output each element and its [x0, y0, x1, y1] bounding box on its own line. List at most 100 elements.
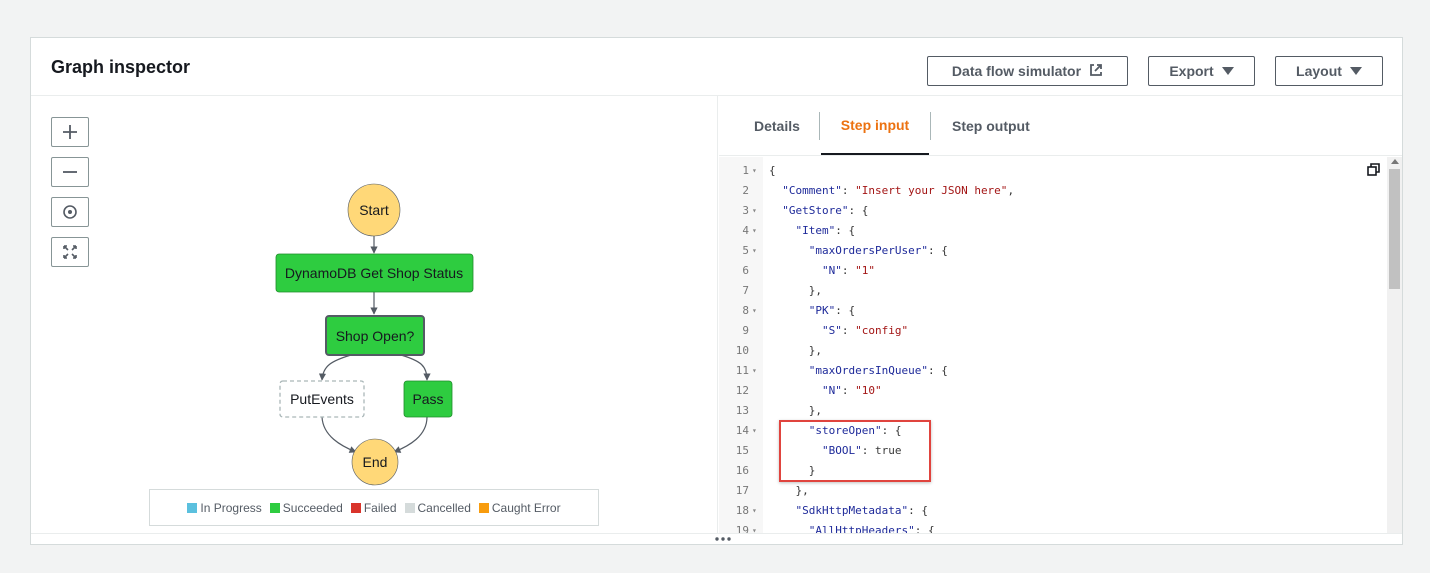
- editor-line: 5 ▾ "maxOrdersPerUser": {: [719, 241, 1379, 261]
- legend-label: Cancelled: [417, 500, 471, 515]
- tab-details[interactable]: Details: [754, 96, 800, 155]
- editor-line: 12 "N": "10": [719, 381, 1379, 401]
- drag-handle-icon: [715, 537, 731, 541]
- code-text: },: [808, 284, 822, 297]
- panel-header: Graph inspector Data flow simulator Expo…: [31, 38, 1402, 96]
- get-shop-status-node[interactable]: DynamoDB Get Shop Status: [275, 253, 474, 293]
- tab-step-output[interactable]: Step output: [952, 96, 1030, 155]
- get-shop-status-label: DynamoDB Get Shop Status: [285, 265, 463, 281]
- fold-toggle-icon[interactable]: ▾: [752, 361, 757, 381]
- horizontal-resize-bar[interactable]: [31, 533, 1402, 545]
- export-button[interactable]: Export: [1148, 56, 1255, 86]
- fold-toggle-icon[interactable]: ▾: [752, 221, 757, 241]
- legend-label: Failed: [363, 500, 397, 515]
- data-flow-simulator-button[interactable]: Data flow simulator: [927, 56, 1128, 86]
- editor-line: 1 ▾ {: [719, 161, 1379, 181]
- fold-toggle-icon[interactable]: ▾: [752, 241, 757, 261]
- editor-line: 8 ▾ "PK": {: [719, 301, 1379, 321]
- editor-line: 19 ▾ "AllHttpHeaders": {: [719, 521, 1379, 533]
- code-text: },: [795, 484, 809, 497]
- legend-label: Caught Error: [491, 500, 561, 515]
- fold-toggle-icon[interactable]: ▾: [752, 201, 757, 221]
- line-number: 6: [742, 264, 749, 277]
- line-number: 1: [742, 164, 749, 177]
- edge-choice-pass: [400, 354, 431, 381]
- line-number: 18: [735, 504, 749, 517]
- editor-scrollbar[interactable]: [1387, 157, 1402, 533]
- fold-toggle-icon[interactable]: ▾: [752, 421, 757, 441]
- end-node-label: End: [363, 454, 388, 470]
- line-number: 5: [742, 244, 749, 257]
- tab-separator: [819, 112, 820, 140]
- store-open-highlight-box: [779, 420, 931, 482]
- line-number: 19: [735, 524, 749, 533]
- code-text: "SdkHttpMetadata": {: [795, 504, 928, 517]
- code-text: "N": "1": [821, 264, 875, 277]
- export-label: Export: [1169, 63, 1214, 79]
- code-text: "Comment": "Insert your JSON here",: [782, 184, 1015, 197]
- line-number: 13: [735, 404, 749, 417]
- line-number: 8: [742, 304, 749, 317]
- legend-caught-error: Caught Error: [478, 500, 561, 515]
- tab-separator: [930, 112, 931, 140]
- edge-pass-end: [393, 416, 428, 453]
- caret-down-icon: [1221, 67, 1234, 75]
- legend-swatch: [187, 502, 198, 513]
- edge-choice-putevents: [318, 354, 352, 381]
- line-number: 2: [742, 184, 749, 197]
- code-text: },: [808, 344, 822, 357]
- start-node-label: Start: [359, 202, 389, 218]
- start-node[interactable]: Start: [347, 183, 401, 237]
- editor-line: 2 "Comment": "Insert your JSON here",: [719, 181, 1379, 201]
- status-legend: In Progress Succeeded Failed Cancelled C…: [149, 489, 599, 526]
- external-link-icon: [1089, 63, 1103, 80]
- copy-icon[interactable]: [1367, 163, 1381, 180]
- legend-cancelled: Cancelled: [404, 500, 471, 515]
- editor-line: 13 },: [719, 401, 1379, 421]
- end-node[interactable]: End: [351, 438, 399, 486]
- code-text: "AllHttpHeaders": {: [808, 524, 935, 533]
- fold-toggle-icon[interactable]: ▾: [752, 501, 757, 521]
- layout-label: Layout: [1296, 63, 1342, 79]
- line-number: 11: [735, 364, 749, 377]
- legend-label: Succeeded: [282, 500, 343, 515]
- pass-label: Pass: [412, 391, 443, 407]
- line-number: 3: [742, 204, 749, 217]
- legend-swatch: [404, 502, 415, 513]
- line-number: 17: [735, 484, 749, 497]
- scrollbar-thumb[interactable]: [1389, 169, 1400, 289]
- caret-down-icon: [1349, 67, 1362, 75]
- line-number: 14: [735, 424, 749, 437]
- state-machine-graph: Start DynamoDB Get Shop Status Shop Open…: [275, 183, 474, 486]
- inspector-tabs: Details Step input Step output: [719, 96, 1402, 156]
- editor-line: 3 ▾ "GetStore": {: [719, 201, 1379, 221]
- editor-line: 17 },: [719, 481, 1379, 501]
- editor-line: 6 "N": "1": [719, 261, 1379, 281]
- put-events-node[interactable]: PutEvents: [279, 380, 365, 418]
- editor-line: 11 ▾ "maxOrdersInQueue": {: [719, 361, 1379, 381]
- pass-node[interactable]: Pass: [403, 380, 453, 418]
- editor-line: 9 "S": "config": [719, 321, 1379, 341]
- editor-line: 7 },: [719, 281, 1379, 301]
- editor-line: 10 },: [719, 341, 1379, 361]
- shop-open-choice-node[interactable]: Shop Open?: [325, 315, 425, 356]
- legend-label: In Progress: [200, 500, 262, 515]
- page-title: Graph inspector: [51, 57, 191, 77]
- fold-toggle-icon[interactable]: ▾: [752, 521, 757, 533]
- editor-line: 18 ▾ "SdkHttpMetadata": {: [719, 501, 1379, 521]
- data-flow-simulator-label: Data flow simulator: [951, 63, 1082, 79]
- scroll-up-icon[interactable]: [1391, 159, 1399, 164]
- code-text: },: [808, 404, 822, 417]
- fold-toggle-icon[interactable]: ▾: [752, 301, 757, 321]
- code-text: "S": "config": [821, 324, 909, 337]
- code-text: "PK": {: [808, 304, 856, 317]
- legend-failed: Failed: [350, 500, 397, 515]
- fold-toggle-icon[interactable]: ▾: [752, 161, 757, 181]
- layout-button[interactable]: Layout: [1275, 56, 1383, 86]
- line-number: 4: [742, 224, 749, 237]
- code-text: "Item": {: [795, 224, 856, 237]
- edge-putevents-end: [321, 416, 357, 453]
- editor-line: 4 ▾ "Item": {: [719, 221, 1379, 241]
- tab-step-input[interactable]: Step input: [821, 96, 929, 155]
- code-text: "N": "10": [821, 384, 882, 397]
